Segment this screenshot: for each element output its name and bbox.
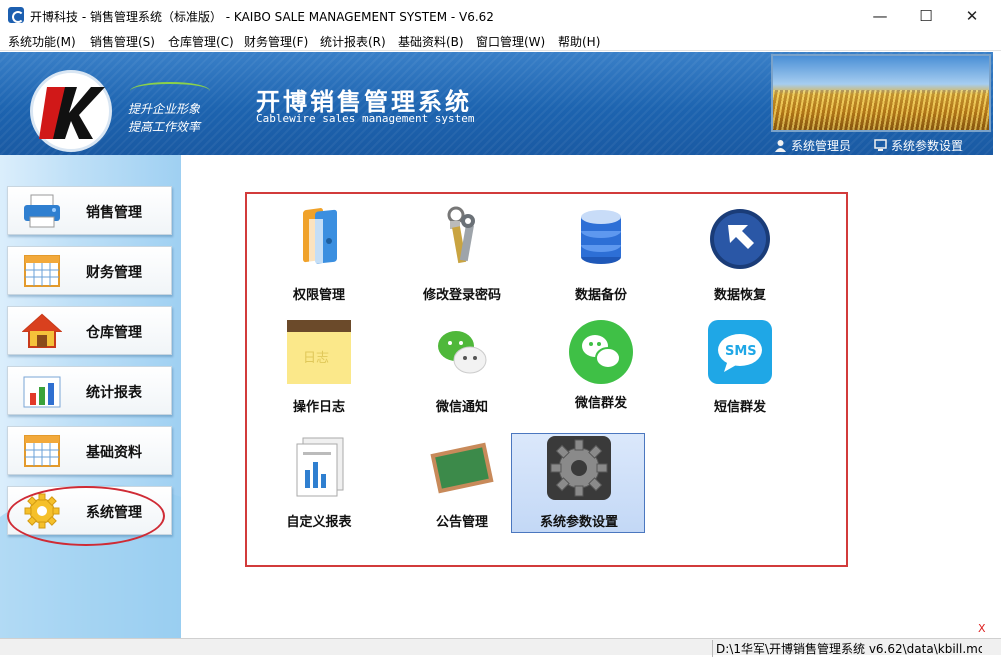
- menu-finance[interactable]: 财务管理(F): [244, 33, 308, 50]
- menu-sales[interactable]: 销售管理(S): [90, 33, 155, 50]
- tile-wechat-broadcast[interactable]: 微信群发: [534, 318, 668, 418]
- menu-window[interactable]: 窗口管理(W): [476, 33, 545, 50]
- tile-label: 微信通知: [435, 400, 488, 415]
- tile-label: 短信群发: [713, 400, 766, 415]
- panel-close-button[interactable]: X: [978, 622, 986, 635]
- wheat-field-banner-image: [771, 54, 991, 132]
- database-path: D:\1华军\开博销售管理系统 v6.62\data\kbill.mc: [712, 640, 982, 657]
- slogan-line-1: 提升企业形象: [128, 102, 201, 116]
- sidebar-item-label: 基础资料: [86, 445, 142, 461]
- sidebar-item-warehouse[interactable]: 仓库管理: [7, 306, 172, 355]
- restore-arrow-icon: [710, 209, 770, 269]
- header-banner: 提升企业形象 提高工作效率 开博销售管理系统 Cablewire sales m…: [0, 52, 993, 155]
- menu-warehouse[interactable]: 仓库管理(C): [168, 33, 234, 50]
- monitor-icon: [874, 139, 887, 151]
- tile-label: 操作日志: [292, 400, 345, 415]
- tile-data-backup[interactable]: 数据备份: [534, 205, 668, 305]
- settings-gear-icon: [547, 436, 611, 500]
- status-bar: D:\1华军\开博销售管理系统 v6.62\data\kbill.mc: [0, 638, 1001, 657]
- window-title: 开博科技 - 销售管理系统（标准版） - KAIBO SALE MANAGEME…: [30, 10, 494, 24]
- keys-icon: [447, 206, 475, 264]
- tile-label: 自定义报表: [286, 515, 352, 530]
- menu-bar: 系统功能(M) 销售管理(S) 仓库管理(C) 财务管理(F) 统计报表(R) …: [0, 31, 1001, 51]
- table-icon: [24, 435, 60, 467]
- wechat-icon: [438, 331, 487, 374]
- close-button[interactable]: ✕: [949, 0, 995, 31]
- slogan-line-2: 提高工作效率: [128, 120, 201, 134]
- sidebar-item-label: 财务管理: [86, 265, 142, 281]
- user-icon: [775, 140, 786, 152]
- active-item-highlight-circle: [7, 486, 165, 546]
- printer-icon: [24, 194, 60, 228]
- bar-chart-icon: [23, 376, 61, 408]
- tile-label: 数据备份: [574, 288, 627, 303]
- tile-change-password[interactable]: 修改登录密码: [395, 205, 529, 305]
- tile-wechat-notify[interactable]: 微信通知: [395, 318, 529, 418]
- notepad-icon: 日志: [287, 320, 351, 384]
- tile-label: 公告管理: [435, 515, 488, 530]
- system-settings-link[interactable]: 系统参数设置: [874, 137, 963, 154]
- database-icon: [581, 210, 621, 264]
- tile-label: 系统参数设置: [539, 515, 618, 530]
- menu-system-functions[interactable]: 系统功能(M): [8, 33, 76, 50]
- svg-text:日志: 日志: [303, 351, 329, 366]
- tile-custom-report[interactable]: 自定义报表: [252, 434, 386, 534]
- sidebar-item-sales[interactable]: 销售管理: [7, 186, 172, 235]
- board-icon: [430, 442, 494, 494]
- system-subtitle: Cablewire sales management system: [256, 112, 475, 125]
- slogan-swoosh: [130, 82, 210, 100]
- menu-reports[interactable]: 统计报表(R): [320, 33, 386, 50]
- svg-text:SMS: SMS: [725, 344, 757, 359]
- admin-link-label: 系统管理员: [791, 139, 852, 153]
- calendar-icon: [24, 255, 60, 287]
- menu-base-data[interactable]: 基础资料(B): [398, 33, 464, 50]
- tile-system-settings[interactable]: 系统参数设置: [511, 433, 645, 533]
- minimize-button[interactable]: —: [857, 0, 903, 31]
- sidebar: 销售管理 财务管理 仓库管理 统计报表 基础资料 系统管理: [0, 155, 181, 638]
- sidebar-item-label: 统计报表: [86, 385, 142, 401]
- tile-label: 微信群发: [574, 396, 627, 411]
- tile-permission-management[interactable]: 权限管理: [252, 205, 386, 305]
- system-settings-link-label: 系统参数设置: [891, 139, 964, 153]
- tile-data-restore[interactable]: 数据恢复: [673, 205, 807, 305]
- tile-label: 修改登录密码: [422, 288, 501, 303]
- sidebar-item-reports[interactable]: 统计报表: [7, 366, 172, 415]
- sidebar-item-label: 仓库管理: [86, 325, 142, 341]
- company-logo: [30, 70, 112, 152]
- sidebar-item-finance[interactable]: 财务管理: [7, 246, 172, 295]
- tile-label: 数据恢复: [713, 288, 766, 303]
- tile-sms-broadcast[interactable]: SMS 短信群发: [673, 318, 807, 418]
- folders-icon: [303, 208, 337, 264]
- house-icon: [22, 313, 62, 348]
- tile-announcement[interactable]: 公告管理: [395, 434, 529, 534]
- title-bar: 开博科技 - 销售管理系统（标准版） - KAIBO SALE MANAGEME…: [0, 0, 1001, 31]
- maximize-button[interactable]: ☐: [903, 0, 949, 31]
- report-icon: [296, 437, 344, 497]
- admin-link[interactable]: 系统管理员: [774, 137, 851, 154]
- app-logo-icon: [8, 7, 24, 23]
- wechat-group-icon: [569, 320, 633, 384]
- tile-operation-log[interactable]: 日志 操作日志: [252, 318, 386, 418]
- sidebar-item-base-data[interactable]: 基础资料: [7, 426, 172, 475]
- tile-label: 权限管理: [292, 288, 345, 303]
- menu-help[interactable]: 帮助(H): [558, 33, 600, 50]
- sms-icon: SMS: [708, 320, 772, 384]
- sidebar-item-label: 销售管理: [86, 205, 142, 221]
